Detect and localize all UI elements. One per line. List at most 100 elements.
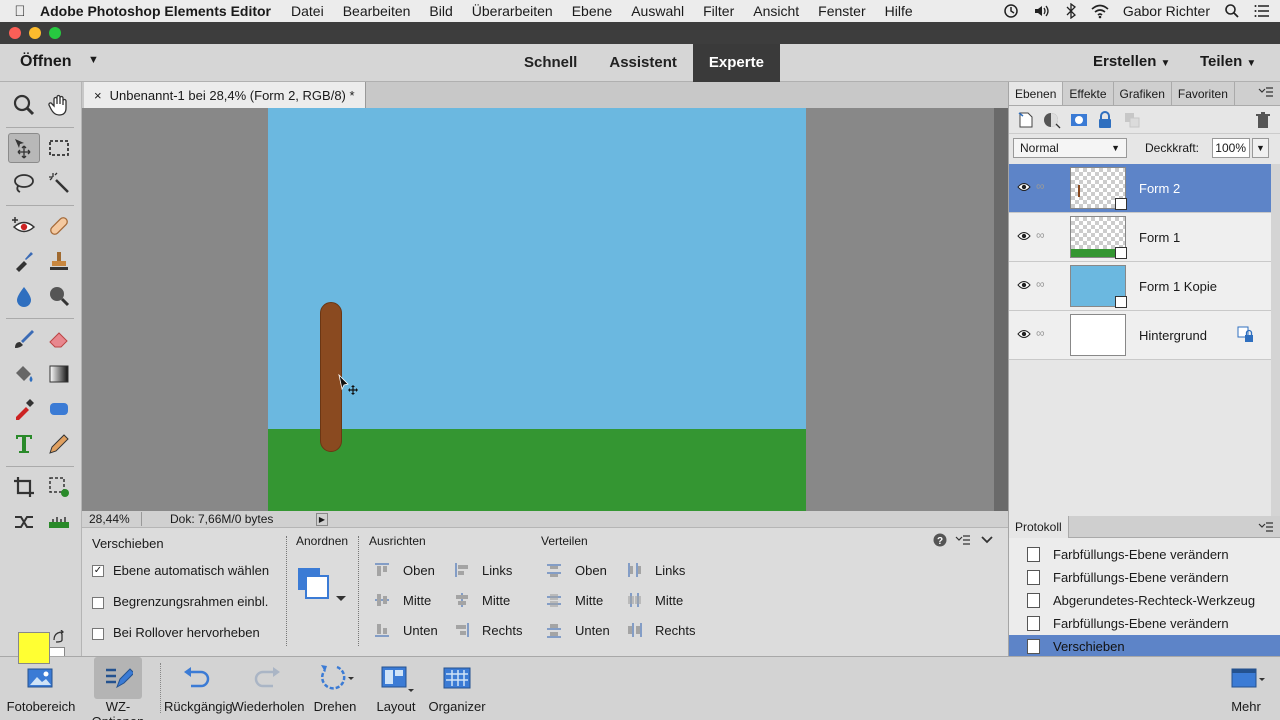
wifi-icon[interactable] [1091, 3, 1109, 19]
layer-link-icon[interactable]: ∞ [1036, 228, 1045, 242]
distribute-bottom-label[interactable]: Unten [575, 623, 610, 638]
menu-ueberarbeiten[interactable]: Überarbeiten [472, 3, 553, 19]
align-left-icon[interactable] [454, 562, 470, 578]
blur-tool-icon[interactable] [8, 281, 40, 311]
layer-link-icon[interactable]: ∞ [1036, 277, 1045, 291]
recompose-tool-icon[interactable] [43, 472, 75, 502]
tab-favorites[interactable]: Favoriten [1172, 82, 1235, 105]
organizer-button[interactable]: Organizer [428, 657, 486, 720]
align-top-label[interactable]: Oben [403, 563, 435, 578]
panel-menu-icon[interactable] [1258, 86, 1274, 98]
mode-expert[interactable]: Experte [692, 44, 780, 82]
eyedropper-icon[interactable] [8, 394, 40, 424]
create-button[interactable]: Erstellen ▼ [1093, 53, 1170, 70]
app-menu[interactable]: Adobe Photoshop Elements Editor [40, 3, 271, 19]
history-item[interactable]: Farbfüllungs-Ebene verändern [1009, 543, 1280, 566]
visibility-eye-icon[interactable] [1017, 278, 1031, 292]
align-bottom-label[interactable]: Unten [403, 623, 438, 638]
canvas-vertical-scrollbar[interactable] [994, 108, 1008, 511]
move-tool-icon[interactable] [8, 133, 40, 163]
more-button[interactable]: Mehr [1218, 657, 1274, 720]
visibility-eye-icon[interactable] [1017, 327, 1031, 341]
magic-wand-icon[interactable] [43, 168, 75, 198]
redo-button[interactable]: Wiederholen [231, 657, 305, 720]
zoom-tool-icon[interactable] [8, 90, 40, 120]
history-item[interactable]: Farbfüllungs-Ebene verändern [1009, 566, 1280, 589]
distribute-bottom-icon[interactable] [546, 622, 562, 638]
straighten-tool-icon[interactable] [43, 507, 75, 537]
align-vertical-center-label[interactable]: Mitte [403, 593, 431, 608]
visibility-eye-icon[interactable] [1017, 229, 1031, 243]
red-eye-tool-icon[interactable] [8, 211, 40, 241]
window-minimize-button[interactable] [29, 27, 41, 39]
image-canvas[interactable] [268, 108, 806, 511]
notification-center-icon[interactable] [1254, 3, 1270, 19]
help-icon[interactable]: ? [933, 533, 947, 547]
align-right-icon[interactable] [454, 622, 470, 638]
history-menu-icon[interactable] [1258, 521, 1274, 533]
paint-bucket-icon[interactable] [8, 359, 40, 389]
volume-icon[interactable] [1033, 3, 1051, 19]
window-close-button[interactable] [9, 27, 21, 39]
align-horizontal-center-icon[interactable] [454, 592, 470, 608]
rotate-button[interactable]: Drehen [310, 657, 360, 720]
layout-button[interactable]: Layout [372, 657, 420, 720]
distribute-horizontal-center-label[interactable]: Mitte [655, 593, 683, 608]
custom-shape-icon[interactable] [43, 394, 75, 424]
rectangular-marquee-icon[interactable] [43, 133, 75, 163]
menu-ebene[interactable]: Ebene [572, 3, 612, 19]
tab-effects[interactable]: Effekte [1063, 82, 1114, 105]
distribute-vertical-center-label[interactable]: Mitte [575, 593, 603, 608]
swap-colors-icon[interactable] [52, 630, 66, 644]
new-layer-icon[interactable] [1017, 111, 1035, 129]
highlight-rollover-checkbox[interactable] [92, 628, 104, 640]
tab-layers[interactable]: Ebenen [1009, 82, 1064, 105]
menu-bearbeiten[interactable]: Bearbeiten [343, 3, 411, 19]
canvas-area[interactable] [82, 108, 994, 511]
distribute-vertical-center-icon[interactable] [546, 592, 562, 608]
status-menu-arrow-icon[interactable]: ▶ [316, 512, 328, 526]
opacity-input[interactable]: 100% [1212, 138, 1250, 158]
document-tab[interactable]: × Unbenannt-1 bei 28,4% (Form 2, RGB/8) … [84, 82, 366, 108]
clone-stamp-icon[interactable] [43, 246, 75, 276]
menu-auswahl[interactable]: Auswahl [631, 3, 684, 19]
mode-quick[interactable]: Schnell [508, 44, 593, 82]
brush-tool-icon[interactable] [8, 324, 40, 354]
hand-tool-icon[interactable] [43, 90, 75, 120]
distribute-left-label[interactable]: Links [655, 563, 685, 578]
user-name[interactable]: Gabor Richter [1123, 3, 1210, 19]
share-button[interactable]: Teilen ▼ [1200, 53, 1256, 70]
sponge-tool-icon[interactable] [43, 281, 75, 311]
collapse-options-icon[interactable] [981, 535, 993, 545]
history-item[interactable]: Abgerundetes-Rechteck-Werkzeug [1009, 589, 1280, 612]
delete-layer-icon[interactable] [1254, 111, 1272, 129]
history-item-active[interactable]: Verschieben [1009, 635, 1280, 658]
layer-row-form-1[interactable]: ∞ Form 1 [1009, 213, 1271, 262]
gradient-tool-icon[interactable] [43, 359, 75, 389]
crop-tool-icon[interactable] [8, 472, 40, 502]
align-bottom-icon[interactable] [374, 622, 390, 638]
auto-select-layer-checkbox[interactable]: ✓ [92, 565, 104, 577]
distribute-right-label[interactable]: Rechts [655, 623, 695, 638]
menu-filter[interactable]: Filter [703, 3, 734, 19]
healing-brush-icon[interactable] [43, 211, 75, 241]
distribute-right-icon[interactable] [626, 622, 642, 638]
distribute-top-label[interactable]: Oben [575, 563, 607, 578]
menu-hilfe[interactable]: Hilfe [885, 3, 913, 19]
apple-icon[interactable]:  [0, 3, 40, 20]
visibility-eye-icon[interactable] [1017, 180, 1031, 194]
align-vertical-center-icon[interactable] [374, 592, 390, 608]
eraser-tool-icon[interactable] [43, 324, 75, 354]
open-dropdown-icon[interactable]: ▼ [88, 54, 99, 66]
lock-all-icon[interactable] [1096, 111, 1114, 129]
layers-scrollbar[interactable] [1271, 164, 1280, 516]
new-adjustment-layer-icon[interactable] [1043, 111, 1061, 129]
layer-row-background[interactable]: ∞ Hintergrund [1009, 311, 1271, 360]
window-zoom-button[interactable] [49, 27, 61, 39]
tool-options-button[interactable]: WZ-Optionen [80, 657, 156, 720]
photo-bin-button[interactable]: Fotobereich [4, 657, 78, 720]
add-layer-mask-icon[interactable] [1070, 111, 1088, 129]
menu-ansicht[interactable]: Ansicht [753, 3, 799, 19]
history-item[interactable]: Farbfüllungs-Ebene verändern [1009, 612, 1280, 635]
bluetooth-icon[interactable] [1065, 3, 1077, 19]
